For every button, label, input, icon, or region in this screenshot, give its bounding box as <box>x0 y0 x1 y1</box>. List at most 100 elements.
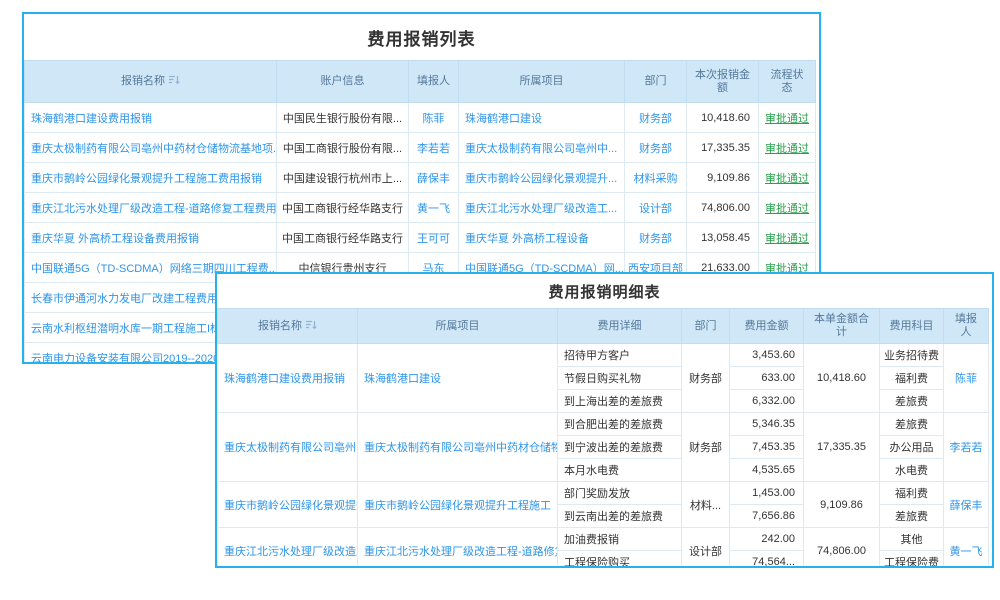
cell-project[interactable]: 重庆江北污水处理厂级改造工程-道路修复工 <box>358 528 558 569</box>
cell-expense-name[interactable]: 重庆江北污水处理厂级改造工程-道路修复工程费用... <box>25 193 277 223</box>
column-header-status: 流程状态 <box>759 61 816 103</box>
cell-expense-detail: 加油费报销 <box>558 528 682 551</box>
cell-amount: 6,332.00 <box>730 390 804 413</box>
cell-expense-name[interactable]: 重庆太极制药有限公司亳州中药材 <box>218 413 358 482</box>
cell-reporter[interactable]: 王可可 <box>409 223 459 253</box>
cell-dept: 材料... <box>682 482 730 528</box>
cell-project[interactable]: 重庆太极制药有限公司亳州中药材仓储物流 <box>358 413 558 482</box>
cell-status[interactable]: 审批通过 <box>759 163 816 193</box>
column-header-project: 所属项目 <box>358 309 558 344</box>
column-header-total: 本单金额合计 <box>804 309 880 344</box>
cell-project[interactable]: 珠海鹤港口建设 <box>459 103 625 133</box>
cell-total: 74,806.00 <box>804 528 880 569</box>
cell-dept[interactable]: 材料采购 <box>625 163 687 193</box>
expense-row: 珠海鹤港口建设费用报销 中国民生银行股份有限... 陈菲 珠海鹤港口建设 财务部… <box>25 103 816 133</box>
cell-amount: 242.00 <box>730 528 804 551</box>
column-header-reporter: 填报人 <box>944 309 989 344</box>
cell-expense-detail: 到云南出差的差旅费 <box>558 505 682 528</box>
cell-total: 17,335.35 <box>804 413 880 482</box>
column-header-label: 账户信息 <box>321 75 365 87</box>
column-header-account: 账户信息 <box>277 61 409 103</box>
cell-amount: 5,346.35 <box>730 413 804 436</box>
column-header-label: 本次报销金额 <box>695 69 750 94</box>
column-header-expense-name[interactable]: 报销名称 <box>218 309 358 344</box>
cell-expense-detail: 到上海出差的差旅费 <box>558 390 682 413</box>
cell-expense-name[interactable]: 珠海鹤港口建设费用报销 <box>25 103 277 133</box>
cell-dept[interactable]: 财务部 <box>625 103 687 133</box>
cell-project[interactable]: 重庆市鹅岭公园绿化景观提升工程施工 <box>358 482 558 528</box>
expense-detail-table: 报销名称 所属项目 费用详细 部门 费用金额 本单金额合计 费用科目 填报人 珠… <box>217 308 989 568</box>
cell-reporter[interactable]: 李若若 <box>944 413 989 482</box>
cell-expense-name[interactable]: 珠海鹤港口建设费用报销 <box>218 344 358 413</box>
cell-category: 其他 <box>880 528 944 551</box>
cell-category: 业务招待费 <box>880 344 944 367</box>
detail-row: 重庆太极制药有限公司亳州中药材 重庆太极制药有限公司亳州中药材仓储物流 到合肥出… <box>218 413 989 436</box>
cell-status[interactable]: 审批通过 <box>759 103 816 133</box>
cell-amount: 9,109.86 <box>687 163 759 193</box>
cell-amount: 1,453.00 <box>730 482 804 505</box>
cell-amount: 10,418.60 <box>687 103 759 133</box>
cell-reporter[interactable]: 陈菲 <box>944 344 989 413</box>
cell-expense-name[interactable]: 重庆太极制药有限公司亳州中药材仓储物流基地项... <box>25 133 277 163</box>
column-header-label: 所属项目 <box>520 75 564 87</box>
column-header-label: 流程状态 <box>771 69 804 94</box>
cell-reporter[interactable]: 黄一飞 <box>409 193 459 223</box>
column-header-expense-name[interactable]: 报销名称 <box>25 61 277 103</box>
cell-expense-detail: 工程保险购买 <box>558 551 682 569</box>
cell-dept: 财务部 <box>682 413 730 482</box>
cell-expense-detail: 招待甲方客户 <box>558 344 682 367</box>
expense-detail-header-row: 报销名称 所属项目 费用详细 部门 费用金额 本单金额合计 费用科目 填报人 <box>218 309 989 344</box>
cell-project[interactable]: 重庆华夏 外高桥工程设备 <box>459 223 625 253</box>
cell-status[interactable]: 审批通过 <box>759 133 816 163</box>
cell-dept: 财务部 <box>682 344 730 413</box>
cell-expense-name[interactable]: 重庆江北污水处理厂级改造工程-道路修复 <box>218 528 358 569</box>
column-header-label: 报销名称 <box>121 75 165 87</box>
cell-project[interactable]: 重庆江北污水处理厂级改造工... <box>459 193 625 223</box>
cell-dept[interactable]: 设计部 <box>625 193 687 223</box>
cell-dept[interactable]: 财务部 <box>625 133 687 163</box>
cell-reporter[interactable]: 陈菲 <box>409 103 459 133</box>
cell-project[interactable]: 珠海鹤港口建设 <box>358 344 558 413</box>
column-header-label: 所属项目 <box>436 320 480 332</box>
cell-expense-name[interactable]: 重庆华夏 外高桥工程设备费用报销 <box>25 223 277 253</box>
cell-amount: 74,564... <box>730 551 804 569</box>
detail-row: 重庆市鹅岭公园绿化景观提升工程 重庆市鹅岭公园绿化景观提升工程施工 部门奖励发放… <box>218 482 989 505</box>
cell-reporter[interactable]: 黄一飞 <box>944 528 989 569</box>
cell-project[interactable]: 重庆市鹅岭公园绿化景观提升... <box>459 163 625 193</box>
column-header-reporter: 填报人 <box>409 61 459 103</box>
expense-list-title: 费用报销列表 <box>24 14 819 60</box>
cell-account: 中国工商银行经华路支行 <box>277 223 409 253</box>
cell-amount: 633.00 <box>730 367 804 390</box>
cell-expense-detail: 到合肥出差的差旅费 <box>558 413 682 436</box>
cell-amount: 4,535.65 <box>730 459 804 482</box>
cell-category: 工程保险费 <box>880 551 944 569</box>
column-header-label: 报销名称 <box>258 320 302 332</box>
cell-reporter[interactable]: 李若若 <box>409 133 459 163</box>
cell-status[interactable]: 审批通过 <box>759 223 816 253</box>
cell-expense-name[interactable]: 重庆市鹅岭公园绿化景观提升工程 <box>218 482 358 528</box>
cell-expense-name[interactable]: 重庆市鹅岭公园绿化景观提升工程施工费用报销 <box>25 163 277 193</box>
sort-icon <box>305 320 317 330</box>
column-header-label: 费用科目 <box>890 320 934 332</box>
cell-status[interactable]: 审批通过 <box>759 193 816 223</box>
expense-detail-title: 费用报销明细表 <box>217 274 992 308</box>
cell-account: 中国建设银行杭州市上... <box>277 163 409 193</box>
cell-total: 9,109.86 <box>804 482 880 528</box>
cell-reporter[interactable]: 薛保丰 <box>409 163 459 193</box>
cell-category: 水电费 <box>880 459 944 482</box>
cell-amount: 3,453.60 <box>730 344 804 367</box>
column-header-label: 填报人 <box>417 75 450 87</box>
cell-category: 福利费 <box>880 367 944 390</box>
cell-category: 差旅费 <box>880 505 944 528</box>
expense-row: 重庆华夏 外高桥工程设备费用报销 中国工商银行经华路支行 王可可 重庆华夏 外高… <box>25 223 816 253</box>
cell-amount: 74,806.00 <box>687 193 759 223</box>
column-header-amount: 费用金额 <box>730 309 804 344</box>
cell-reporter[interactable]: 薛保丰 <box>944 482 989 528</box>
cell-amount: 13,058.45 <box>687 223 759 253</box>
cell-amount: 17,335.35 <box>687 133 759 163</box>
cell-dept[interactable]: 财务部 <box>625 223 687 253</box>
column-header-dept: 部门 <box>625 61 687 103</box>
column-header-label: 填报人 <box>955 313 977 338</box>
cell-account: 中国工商银行股份有限... <box>277 133 409 163</box>
cell-project[interactable]: 重庆太极制药有限公司亳州中... <box>459 133 625 163</box>
